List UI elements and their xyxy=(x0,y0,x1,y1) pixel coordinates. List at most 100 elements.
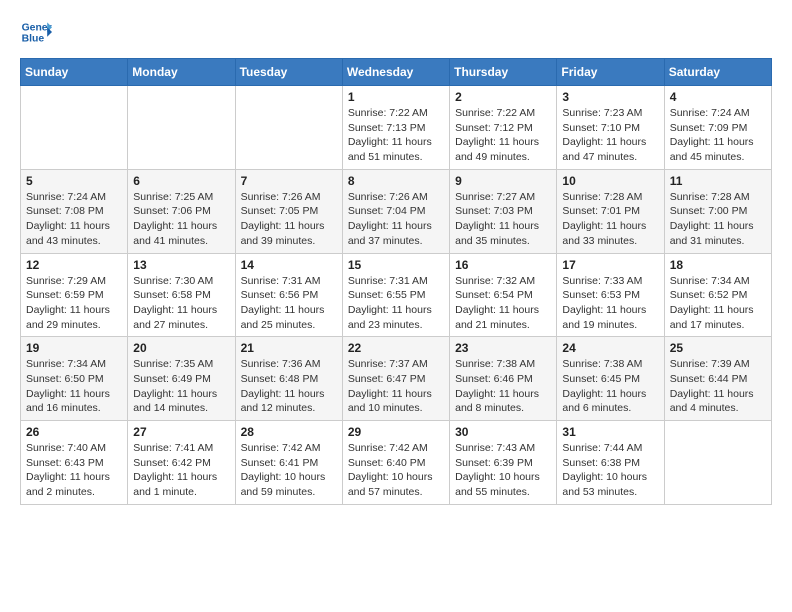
calendar-cell: 9 Sunrise: 7:27 AMSunset: 7:03 PMDaylight… xyxy=(450,169,557,253)
calendar-cell xyxy=(235,86,342,170)
day-info: Sunrise: 7:34 AMSunset: 6:52 PMDaylight:… xyxy=(670,274,766,333)
day-number: 21 xyxy=(241,341,337,355)
day-info: Sunrise: 7:34 AMSunset: 6:50 PMDaylight:… xyxy=(26,357,122,416)
calendar-week-4: 19 Sunrise: 7:34 AMSunset: 6:50 PMDayligh… xyxy=(21,337,772,421)
logo-icon: General Blue xyxy=(20,16,52,48)
calendar-cell: 26Sunrise: 7:40 AMSunset: 6:43 PMDayligh… xyxy=(21,421,128,505)
day-info: Sunrise: 7:37 AMSunset: 6:47 PMDaylight:… xyxy=(348,357,444,416)
day-number: 29 xyxy=(348,425,444,439)
calendar-cell: 2Sunrise: 7:22 AMSunset: 7:12 PMDaylight… xyxy=(450,86,557,170)
calendar-cell: 30 Sunrise: 7:43 AMSunset: 6:39 PMDayligh… xyxy=(450,421,557,505)
weekday-header-friday: Friday xyxy=(557,59,664,86)
day-number: 26 xyxy=(26,425,122,439)
weekday-header-wednesday: Wednesday xyxy=(342,59,449,86)
day-number: 15 xyxy=(348,258,444,272)
calendar-cell: 31 Sunrise: 7:44 AMSunset: 6:38 PMDayligh… xyxy=(557,421,664,505)
calendar-cell xyxy=(128,86,235,170)
calendar-cell xyxy=(21,86,128,170)
calendar-cell: 7 Sunrise: 7:26 AMSunset: 7:05 PMDaylight… xyxy=(235,169,342,253)
day-info: Sunrise: 7:36 AMSunset: 6:48 PMDaylight:… xyxy=(241,357,337,416)
weekday-header-row: SundayMondayTuesdayWednesdayThursdayFrid… xyxy=(21,59,772,86)
calendar-cell: 4 Sunrise: 7:24 AMSunset: 7:09 PMDaylight… xyxy=(664,86,771,170)
day-info: Sunrise: 7:22 AMSunset: 7:13 PMDaylight:… xyxy=(348,106,444,165)
day-number: 31 xyxy=(562,425,658,439)
calendar-cell: 19 Sunrise: 7:34 AMSunset: 6:50 PMDayligh… xyxy=(21,337,128,421)
day-number: 19 xyxy=(26,341,122,355)
day-info: Sunrise: 7:33 AMSunset: 6:53 PMDaylight:… xyxy=(562,274,658,333)
weekday-header-thursday: Thursday xyxy=(450,59,557,86)
calendar-cell: 12 Sunrise: 7:29 AMSunset: 6:59 PMDayligh… xyxy=(21,253,128,337)
day-info: Sunrise: 7:28 AMSunset: 7:00 PMDaylight:… xyxy=(670,190,766,249)
day-number: 11 xyxy=(670,174,766,188)
day-number: 24 xyxy=(562,341,658,355)
day-number: 2 xyxy=(455,90,551,104)
day-number: 10 xyxy=(562,174,658,188)
day-number: 9 xyxy=(455,174,551,188)
day-info: Sunrise: 7:38 AMSunset: 6:45 PMDaylight:… xyxy=(562,357,658,416)
day-info: Sunrise: 7:28 AMSunset: 7:01 PMDaylight:… xyxy=(562,190,658,249)
day-info: Sunrise: 7:26 AMSunset: 7:05 PMDaylight:… xyxy=(241,190,337,249)
calendar-cell: 10 Sunrise: 7:28 AMSunset: 7:01 PMDayligh… xyxy=(557,169,664,253)
day-info: Sunrise: 7:27 AMSunset: 7:03 PMDaylight:… xyxy=(455,190,551,249)
day-info: Sunrise: 7:38 AMSunset: 6:46 PMDaylight:… xyxy=(455,357,551,416)
calendar-cell: 15 Sunrise: 7:31 AMSunset: 6:55 PMDayligh… xyxy=(342,253,449,337)
calendar-cell: 17 Sunrise: 7:33 AMSunset: 6:53 PMDayligh… xyxy=(557,253,664,337)
calendar-week-1: 1 Sunrise: 7:22 AMSunset: 7:13 PMDaylight… xyxy=(21,86,772,170)
calendar-cell: 20 Sunrise: 7:35 AMSunset: 6:49 PMDayligh… xyxy=(128,337,235,421)
calendar-cell: 5 Sunrise: 7:24 AMSunset: 7:08 PMDaylight… xyxy=(21,169,128,253)
day-number: 3 xyxy=(562,90,658,104)
day-number: 30 xyxy=(455,425,551,439)
calendar-cell: 6 Sunrise: 7:25 AMSunset: 7:06 PMDaylight… xyxy=(128,169,235,253)
calendar-cell: 13 Sunrise: 7:30 AMSunset: 6:58 PMDayligh… xyxy=(128,253,235,337)
calendar-cell: 25 Sunrise: 7:39 AMSunset: 6:44 PMDayligh… xyxy=(664,337,771,421)
calendar-cell: 3 Sunrise: 7:23 AMSunset: 7:10 PMDaylight… xyxy=(557,86,664,170)
day-number: 7 xyxy=(241,174,337,188)
day-info: Sunrise: 7:25 AMSunset: 7:06 PMDaylight:… xyxy=(133,190,229,249)
day-number: 23 xyxy=(455,341,551,355)
day-info: Sunrise: 7:39 AMSunset: 6:44 PMDaylight:… xyxy=(670,357,766,416)
day-number: 20 xyxy=(133,341,229,355)
day-info: Sunrise: 7:31 AMSunset: 6:56 PMDaylight:… xyxy=(241,274,337,333)
day-info: Sunrise: 7:30 AMSunset: 6:58 PMDaylight:… xyxy=(133,274,229,333)
day-number: 14 xyxy=(241,258,337,272)
day-info: Sunrise: 7:43 AMSunset: 6:39 PMDaylight:… xyxy=(455,441,551,500)
day-number: 18 xyxy=(670,258,766,272)
header: General Blue xyxy=(20,16,772,48)
calendar-table: SundayMondayTuesdayWednesdayThursdayFrid… xyxy=(20,58,772,505)
calendar-cell: 24 Sunrise: 7:38 AMSunset: 6:45 PMDayligh… xyxy=(557,337,664,421)
day-number: 12 xyxy=(26,258,122,272)
day-info: Sunrise: 7:26 AMSunset: 7:04 PMDaylight:… xyxy=(348,190,444,249)
day-number: 4 xyxy=(670,90,766,104)
day-number: 6 xyxy=(133,174,229,188)
calendar-cell: 23 Sunrise: 7:38 AMSunset: 6:46 PMDayligh… xyxy=(450,337,557,421)
day-number: 22 xyxy=(348,341,444,355)
calendar-cell: 16Sunrise: 7:32 AMSunset: 6:54 PMDayligh… xyxy=(450,253,557,337)
day-info: Sunrise: 7:23 AMSunset: 7:10 PMDaylight:… xyxy=(562,106,658,165)
calendar-cell: 8 Sunrise: 7:26 AMSunset: 7:04 PMDaylight… xyxy=(342,169,449,253)
day-number: 25 xyxy=(670,341,766,355)
weekday-header-sunday: Sunday xyxy=(21,59,128,86)
weekday-header-tuesday: Tuesday xyxy=(235,59,342,86)
day-number: 13 xyxy=(133,258,229,272)
day-info: Sunrise: 7:35 AMSunset: 6:49 PMDaylight:… xyxy=(133,357,229,416)
day-number: 8 xyxy=(348,174,444,188)
calendar-cell: 22 Sunrise: 7:37 AMSunset: 6:47 PMDayligh… xyxy=(342,337,449,421)
day-info: Sunrise: 7:29 AMSunset: 6:59 PMDaylight:… xyxy=(26,274,122,333)
day-info: Sunrise: 7:24 AMSunset: 7:09 PMDaylight:… xyxy=(670,106,766,165)
calendar-week-3: 12 Sunrise: 7:29 AMSunset: 6:59 PMDayligh… xyxy=(21,253,772,337)
calendar-cell: 1 Sunrise: 7:22 AMSunset: 7:13 PMDaylight… xyxy=(342,86,449,170)
day-number: 1 xyxy=(348,90,444,104)
calendar-cell: 11 Sunrise: 7:28 AMSunset: 7:00 PMDayligh… xyxy=(664,169,771,253)
calendar-cell: 18 Sunrise: 7:34 AMSunset: 6:52 PMDayligh… xyxy=(664,253,771,337)
day-number: 5 xyxy=(26,174,122,188)
day-info: Sunrise: 7:24 AMSunset: 7:08 PMDaylight:… xyxy=(26,190,122,249)
day-number: 28 xyxy=(241,425,337,439)
day-info: Sunrise: 7:31 AMSunset: 6:55 PMDaylight:… xyxy=(348,274,444,333)
day-info: Sunrise: 7:44 AMSunset: 6:38 PMDaylight:… xyxy=(562,441,658,500)
day-info: Sunrise: 7:42 AMSunset: 6:41 PMDaylight:… xyxy=(241,441,337,500)
calendar-cell: 27Sunrise: 7:41 AMSunset: 6:42 PMDayligh… xyxy=(128,421,235,505)
calendar-cell: 28 Sunrise: 7:42 AMSunset: 6:41 PMDayligh… xyxy=(235,421,342,505)
calendar-week-2: 5 Sunrise: 7:24 AMSunset: 7:08 PMDaylight… xyxy=(21,169,772,253)
day-number: 17 xyxy=(562,258,658,272)
svg-text:Blue: Blue xyxy=(22,34,45,45)
